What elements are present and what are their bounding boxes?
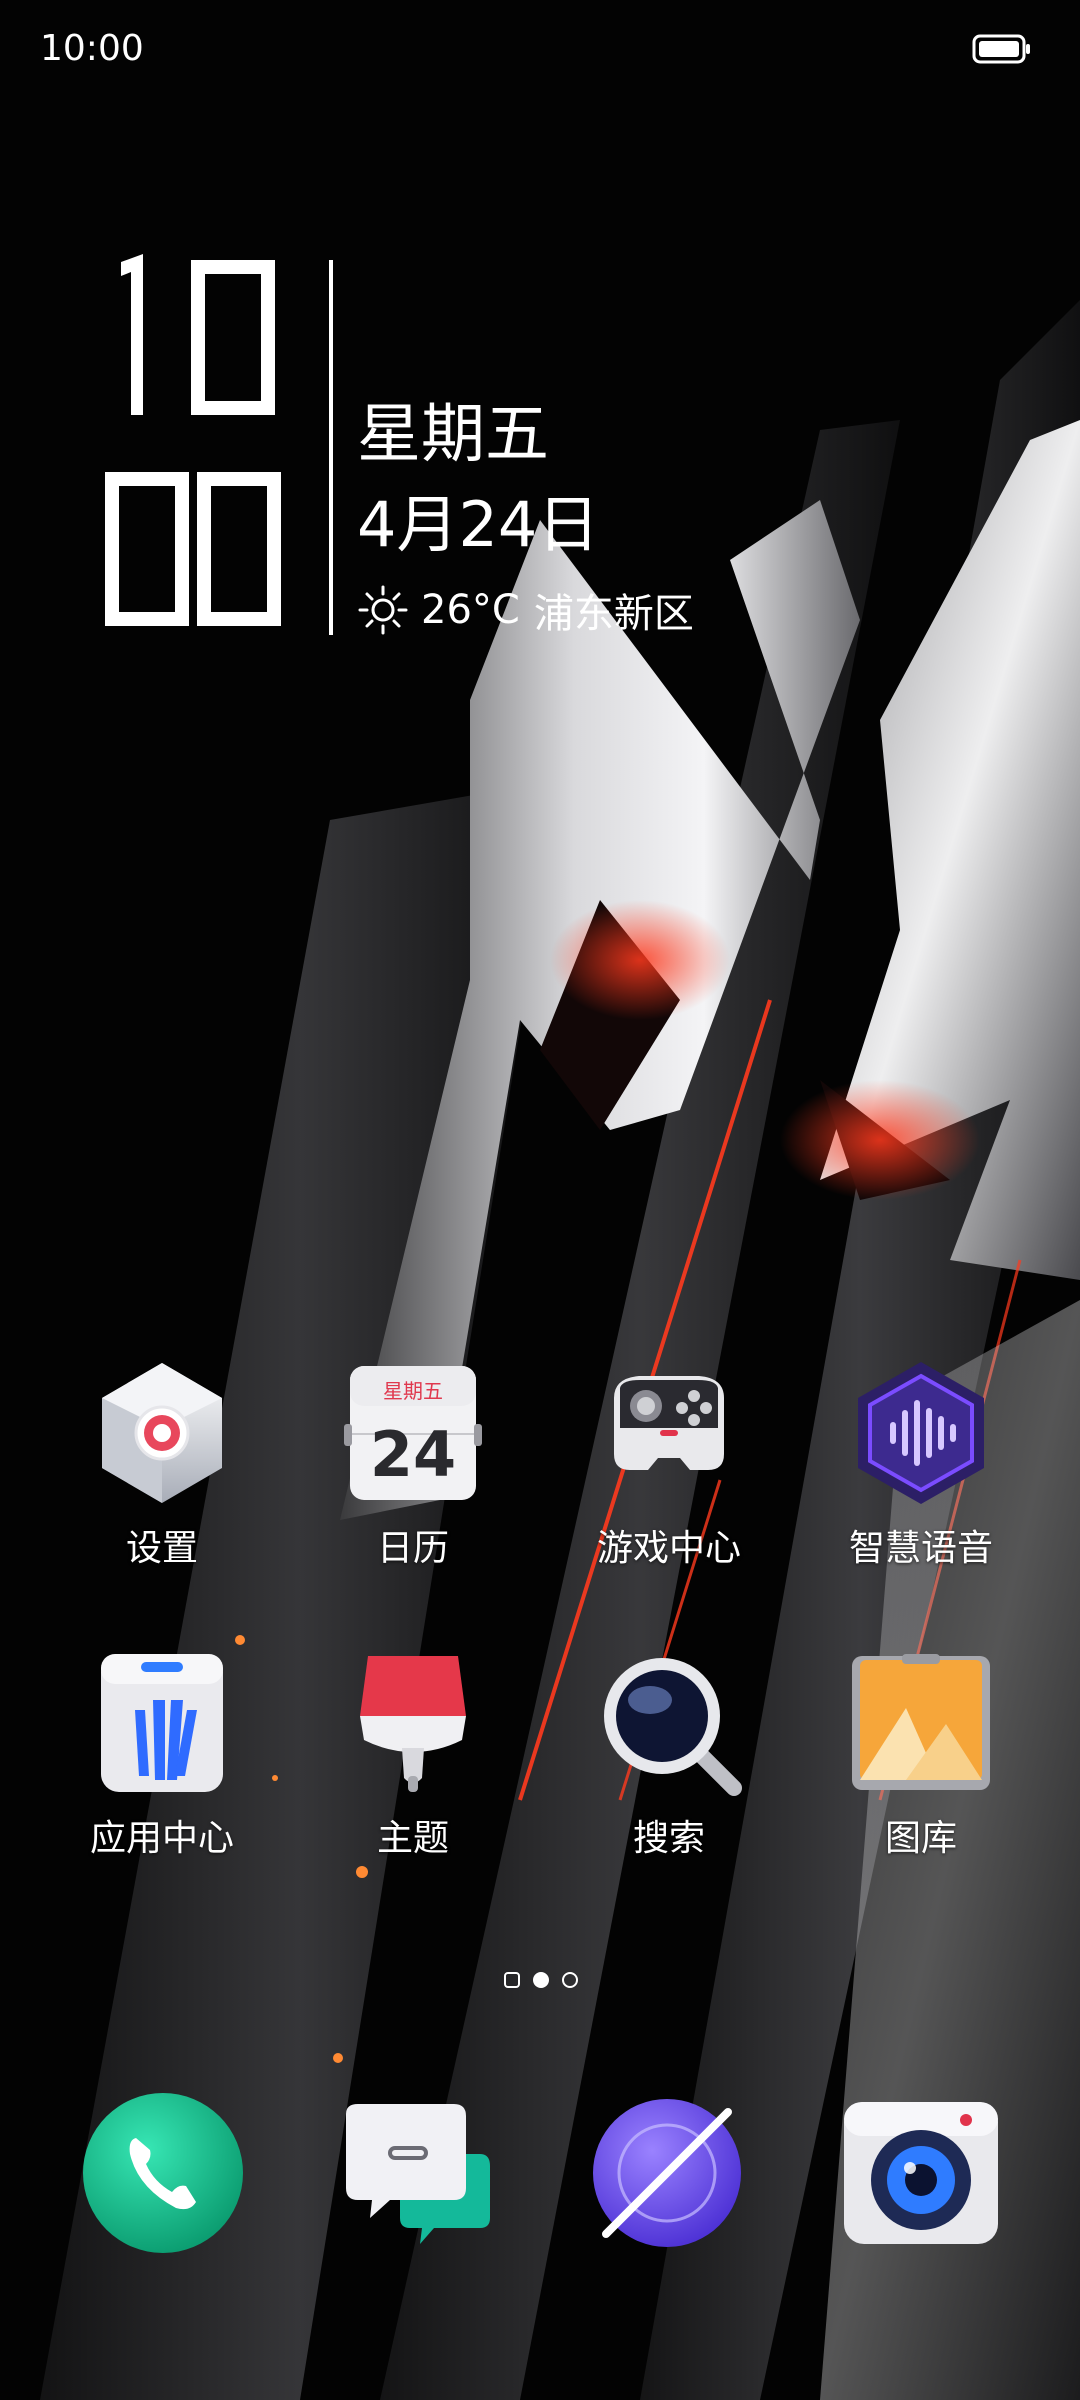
battery-full-icon xyxy=(972,34,1030,64)
magnifier-icon xyxy=(604,1658,742,1796)
date-text: 4月24日 xyxy=(357,488,600,561)
sun-icon xyxy=(358,585,408,635)
app-label: 智慧语音 xyxy=(848,1528,993,1569)
big-clock xyxy=(105,254,281,626)
app-label: 设置 xyxy=(125,1528,198,1569)
app-theme[interactable]: 主题 xyxy=(303,1648,523,1860)
location: 浦东新区 xyxy=(533,591,694,637)
app-store-icon xyxy=(101,1654,223,1792)
app-app-center[interactable]: 应用中心 xyxy=(52,1648,272,1860)
app-gallery[interactable]: 图库 xyxy=(811,1648,1031,1860)
app-search[interactable]: 搜索 xyxy=(559,1648,779,1860)
weekday-text: 星期五 xyxy=(357,398,549,472)
camera-icon[interactable] xyxy=(836,2088,1006,2258)
app-label: 游戏中心 xyxy=(596,1528,741,1569)
app-label: 图库 xyxy=(884,1818,957,1859)
app-game-center[interactable]: 游戏中心 xyxy=(559,1358,779,1570)
browser-icon[interactable] xyxy=(582,2088,752,2258)
page-indicator[interactable] xyxy=(496,1968,586,1994)
gallery-icon xyxy=(852,1654,990,1790)
game-controller-icon xyxy=(614,1376,724,1470)
phone-icon[interactable] xyxy=(78,2088,248,2258)
settings-icon xyxy=(102,1363,222,1503)
voice-assistant-icon xyxy=(858,1362,984,1504)
page-dot-active[interactable] xyxy=(533,1972,549,1988)
app-label: 搜索 xyxy=(632,1818,705,1859)
temperature: 26°C xyxy=(421,587,520,633)
status-bar: 10:00 xyxy=(0,0,1080,100)
calendar-day: 24 xyxy=(370,1418,456,1491)
app-calendar[interactable]: 星期五 24 日历 xyxy=(303,1358,523,1570)
app-label: 日历 xyxy=(376,1528,449,1569)
app-voice-assistant[interactable]: 智慧语音 xyxy=(811,1358,1031,1570)
weather-info: 26°C 浦东新区 xyxy=(357,580,694,640)
messages-icon[interactable] xyxy=(330,2088,500,2258)
clock-weather-widget[interactable]: 星期五 4月24日 26°C 浦东新区 xyxy=(95,250,715,640)
status-time: 10:00 xyxy=(40,28,144,69)
page-dot-home[interactable] xyxy=(504,1972,520,1988)
app-label: 主题 xyxy=(376,1818,449,1859)
calendar-weekday: 星期五 xyxy=(383,1379,443,1403)
app-settings[interactable]: 设置 xyxy=(52,1358,272,1570)
clock-divider xyxy=(329,260,333,635)
theme-brush-icon xyxy=(360,1656,466,1792)
page-dot[interactable] xyxy=(562,1972,578,1988)
calendar-icon: 星期五 24 xyxy=(344,1366,482,1500)
app-label: 应用中心 xyxy=(89,1818,234,1859)
